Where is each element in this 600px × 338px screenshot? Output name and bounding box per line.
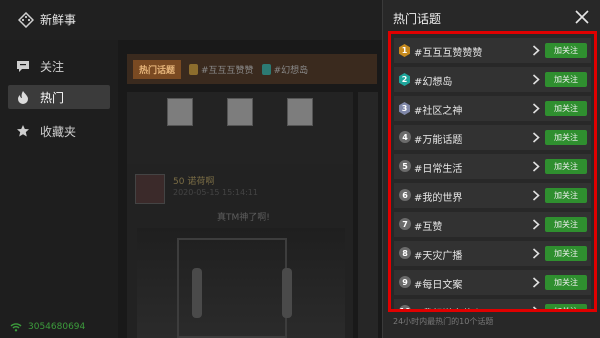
panel-header: 热门话题 bbox=[383, 0, 600, 34]
sidebar-item-favorites[interactable]: 收藏夹 bbox=[8, 119, 110, 143]
follow-button[interactable]: 加关注 bbox=[545, 130, 587, 145]
chevron-right-icon[interactable] bbox=[532, 161, 540, 172]
topic-name: #日常生活 bbox=[414, 164, 463, 175]
mannequin bbox=[282, 268, 292, 318]
network-id: 3054680694 bbox=[28, 322, 86, 332]
wifi-icon bbox=[10, 323, 22, 332]
topic-row[interactable]: 8 #天灾广播 加关注 bbox=[394, 241, 591, 266]
follow-button[interactable]: 加关注 bbox=[545, 72, 587, 87]
topic-name: #互互互赞赞赞 bbox=[414, 48, 483, 59]
post-photo[interactable] bbox=[137, 228, 345, 338]
topic-row[interactable]: 5 #日常生活 加关注 bbox=[394, 154, 591, 179]
sidebar-item-follow[interactable]: 关注 bbox=[8, 54, 110, 78]
sidebar-item-label: 热门 bbox=[40, 90, 65, 105]
topic-row[interactable]: 6 #我的世界 加关注 bbox=[394, 183, 591, 208]
post-image bbox=[227, 98, 253, 126]
follow-button[interactable]: 加关注 bbox=[545, 188, 587, 203]
hot-topics-bar[interactable]: 热门话题 #互互互赞赞 #幻想岛 bbox=[127, 54, 377, 84]
topic-row[interactable]: 1 #互互互赞赞赞 加关注 bbox=[394, 38, 591, 63]
rank-badge-icon: 10 bbox=[399, 305, 411, 309]
hot-topics-panel: 热门话题 1 #互互互赞赞赞 加关注 2 #幻想岛 加关注 3 #社区之神 加关注 4 #万能话题加… bbox=[382, 0, 600, 338]
topic-name: #幻想岛 bbox=[414, 77, 453, 88]
hot-chip[interactable]: #幻想岛 bbox=[261, 63, 308, 76]
rank-badge-icon: 3 bbox=[399, 102, 410, 115]
chevron-right-icon[interactable] bbox=[532, 306, 540, 309]
topic-row[interactable]: 9 #每日文案 加关注 bbox=[394, 270, 591, 295]
post-timestamp: 2020-05-15 15:14:11 bbox=[173, 188, 258, 197]
star-icon bbox=[17, 125, 29, 137]
chevron-right-icon[interactable] bbox=[532, 190, 540, 201]
topic-name: #万能话题 bbox=[414, 135, 463, 146]
topic-row[interactable]: 4 #万能话题 加关注 bbox=[394, 125, 591, 150]
dice-icon bbox=[18, 11, 34, 28]
follow-button[interactable]: 加关注 bbox=[545, 159, 587, 174]
topic-row[interactable]: 3 #社区之神 加关注 bbox=[394, 96, 591, 121]
sidebar: 关注 热门 收藏夹 bbox=[0, 40, 118, 338]
network-status: 3054680694 bbox=[10, 322, 85, 332]
app-title: 新鲜事 bbox=[40, 13, 77, 27]
topic-name: #我想说点什么 bbox=[414, 305, 482, 309]
topic-name: #每日文案 bbox=[414, 280, 463, 291]
mannequin bbox=[192, 268, 202, 318]
hot-topics-title: 热门话题 bbox=[133, 59, 182, 79]
chevron-right-icon[interactable] bbox=[532, 45, 540, 56]
rank-badge-icon: 6 bbox=[399, 189, 411, 201]
sidebar-item-label: 关注 bbox=[40, 59, 65, 74]
hot-chip[interactable]: #互互互赞赞 bbox=[189, 63, 254, 76]
rank-badge-icon bbox=[261, 63, 271, 75]
chat-bubble-icon bbox=[17, 61, 29, 72]
follow-button[interactable]: 加关注 bbox=[545, 246, 587, 261]
follow-button[interactable]: 加关注 bbox=[545, 101, 587, 116]
follow-button[interactable]: 加关注 bbox=[545, 275, 587, 290]
post-image bbox=[287, 98, 313, 126]
rank-badge-icon: 9 bbox=[399, 276, 411, 288]
topic-list-highlight: 1 #互互互赞赞赞 加关注 2 #幻想岛 加关注 3 #社区之神 加关注 4 #万能话题 加关注 5 #日… bbox=[388, 31, 597, 312]
avatar[interactable] bbox=[135, 174, 165, 204]
topic-name: #互赞 bbox=[414, 222, 443, 233]
rank-badge-icon: 4 bbox=[399, 131, 411, 143]
chevron-right-icon[interactable] bbox=[532, 219, 540, 230]
topic-row[interactable]: 2 #幻想岛 加关注 bbox=[394, 67, 591, 92]
rank-badge-icon bbox=[189, 63, 199, 75]
follow-button[interactable]: 加关注 bbox=[545, 304, 587, 309]
topic-name: #天灾广播 bbox=[414, 251, 463, 262]
rank-badge-icon: 2 bbox=[399, 73, 410, 86]
panel-footer: 24小时内最热门的10个话题 bbox=[393, 317, 494, 326]
chevron-right-icon[interactable] bbox=[532, 74, 540, 85]
post-author[interactable]: 50 诺荷啊 bbox=[173, 174, 214, 187]
post-image bbox=[167, 98, 193, 126]
post-card[interactable]: 50 诺荷啊 2020-05-15 15:14:11 真TM神了啊! bbox=[127, 164, 353, 338]
flame-icon bbox=[18, 91, 28, 104]
topic-name: #社区之神 bbox=[414, 106, 463, 117]
rank-badge-icon: 7 bbox=[399, 218, 411, 230]
post-text: 真TM神了啊! bbox=[217, 213, 270, 223]
topic-row[interactable]: 10#我想说点什么 加关注 bbox=[394, 299, 591, 309]
username: 诺荷啊 bbox=[187, 177, 215, 187]
sidebar-item-label: 收藏夹 bbox=[40, 124, 77, 139]
rank-badge-icon: 8 bbox=[399, 247, 411, 259]
chevron-right-icon[interactable] bbox=[532, 277, 540, 288]
side-column bbox=[358, 92, 378, 338]
topic-name: #我的世界 bbox=[414, 193, 463, 204]
feed: 热门话题 #互互互赞赞 #幻想岛 ↗ 2 ▭ 258 ♡ 896 ≡ 50 诺荷… bbox=[118, 40, 384, 338]
rank-badge-icon: 1 bbox=[399, 44, 410, 57]
user-level: 50 bbox=[173, 177, 185, 187]
chevron-right-icon[interactable] bbox=[532, 103, 540, 114]
chevron-right-icon[interactable] bbox=[532, 132, 540, 143]
topic-row[interactable]: 7 #互赞 加关注 bbox=[394, 212, 591, 237]
sidebar-item-hot[interactable]: 热门 bbox=[8, 85, 110, 109]
close-button[interactable] bbox=[573, 8, 591, 26]
panel-title: 热门话题 bbox=[393, 12, 442, 26]
close-icon bbox=[575, 10, 589, 24]
rank-badge-icon: 5 bbox=[399, 160, 411, 172]
follow-button[interactable]: 加关注 bbox=[545, 217, 587, 232]
app-brand[interactable]: 新鲜事 bbox=[18, 11, 76, 28]
chevron-right-icon[interactable] bbox=[532, 248, 540, 259]
follow-button[interactable]: 加关注 bbox=[545, 43, 587, 58]
